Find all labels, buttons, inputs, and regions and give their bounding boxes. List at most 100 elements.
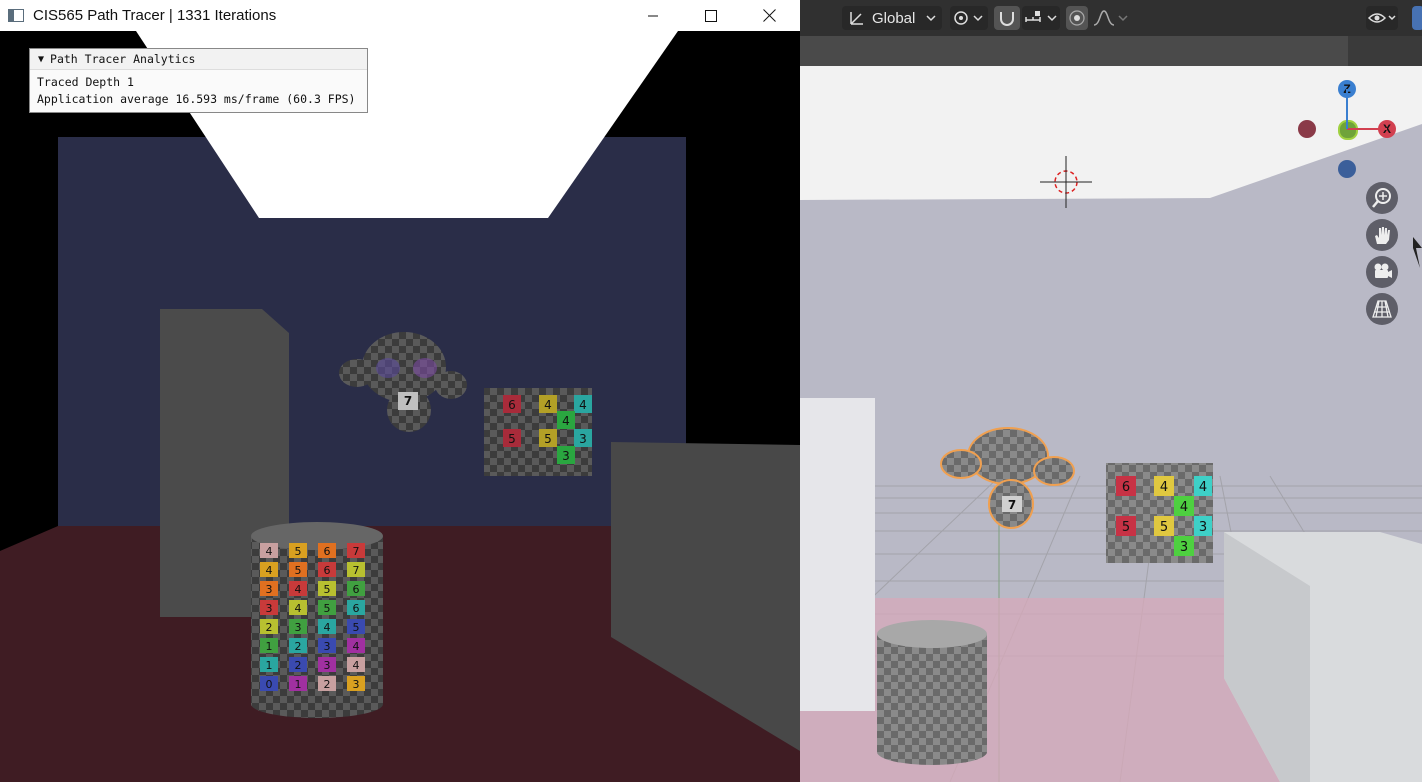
cylinder-number: 2 (324, 678, 331, 691)
textured-cylinder-mesh[interactable] (877, 620, 987, 765)
snap-increment-icon (1025, 11, 1057, 22)
transform-orientation-label: Global (872, 9, 916, 27)
cylinder-number: 6 (324, 564, 331, 577)
snap-toggle-button[interactable] (994, 6, 1020, 30)
cube-number: 4 (544, 398, 552, 412)
cylinder-number: 3 (324, 659, 331, 672)
cube-number: 6 (508, 398, 516, 412)
cylinder-number: 7 (353, 545, 360, 558)
cylinder-number: 2 (295, 640, 302, 653)
cylinder-number: 1 (295, 678, 302, 691)
cylinder-number: 6 (353, 602, 360, 615)
close-icon (762, 9, 776, 22)
gizmo-axis-lines (1346, 89, 1387, 130)
cube-number: 5 (1160, 520, 1168, 535)
textured-cube: 6 5 4 4 5 3 4 3 (484, 388, 592, 476)
pan-button[interactable] (1366, 219, 1398, 251)
cube-number: 4 (579, 398, 587, 412)
cylinder-number: 5 (324, 583, 331, 596)
window-title: CIS565 Path Tracer | 1331 Iterations (33, 7, 277, 24)
cylinder-number: 5 (324, 602, 331, 615)
cylinder-number: 5 (295, 564, 302, 577)
proportional-editing-icon (1069, 10, 1085, 26)
cube-number: 5 (1122, 520, 1130, 535)
magnet-icon (1000, 12, 1014, 26)
analytics-panel-header[interactable]: ▼ Path Tracer Analytics (30, 49, 367, 70)
pivot-point-icon (954, 11, 983, 25)
cylinder-number: 1 (266, 659, 273, 672)
blender-3d-viewport-window: Global 7 6 5 4 4 5 3 4 3 X (800, 0, 1422, 782)
zoom-button[interactable] (1366, 182, 1398, 214)
analytics-title: Path Tracer Analytics (50, 52, 196, 66)
textured-cube-mesh[interactable]: 6 5 4 4 5 3 4 3 (1106, 463, 1213, 563)
frame-time-text: Application average 16.593 ms/frame (60.… (37, 92, 356, 106)
cylinder-number: 4 (353, 659, 360, 672)
eye-icon (1367, 13, 1396, 23)
cube-number: 6 (1122, 480, 1130, 495)
orientation-axes-icon (850, 12, 863, 25)
cylinder-number: 4 (353, 640, 360, 653)
camera-icon (1374, 263, 1392, 278)
proportional-editing-button[interactable] (1066, 6, 1088, 30)
proportional-falloff-dropdown[interactable] (1090, 6, 1130, 30)
mouse-pointer-icon (1413, 237, 1422, 268)
cylinder-number: 3 (295, 621, 302, 634)
transform-orientation-dropdown[interactable]: Global (842, 6, 942, 30)
cube-number: 3 (562, 449, 570, 463)
camera-view-button[interactable] (1366, 256, 1398, 288)
falloff-curve-icon (1093, 10, 1128, 26)
pivot-point-dropdown[interactable] (950, 6, 988, 30)
monkey-number: 7 (1008, 498, 1016, 512)
cylinder-number: 6 (353, 583, 360, 596)
app-window-icon (8, 9, 24, 22)
cube-number: 4 (562, 414, 570, 428)
collapse-triangle-icon[interactable]: ▼ (38, 54, 44, 65)
cube-number: 3 (1180, 540, 1188, 555)
cylinder-number: 5 (353, 621, 360, 634)
cube-number: 5 (544, 432, 552, 446)
analytics-panel[interactable]: ▼ Path Tracer Analytics Traced Depth 1 A… (29, 48, 368, 113)
cylinder-number: 2 (266, 621, 273, 634)
grid-perspective-icon (1372, 300, 1392, 318)
cylinder-number: 1 (266, 640, 273, 653)
cylinder-number: 5 (295, 545, 302, 558)
rendered-scene: 7 6 5 4 4 5 3 4 3 4 5 6 74 5 6 73 4 5 63 4 (0, 31, 800, 782)
cylinder-number: 3 (353, 678, 360, 691)
cube-number: 3 (1199, 520, 1207, 535)
cylinder-number: 3 (324, 640, 331, 653)
cylinder-number: 4 (266, 545, 273, 558)
cylinder-number: 4 (266, 564, 273, 577)
xray-toggle-button[interactable] (1412, 6, 1422, 30)
viewport-header: Global (800, 0, 1422, 36)
tool-header-right (1348, 36, 1422, 66)
perspective-toggle-button[interactable] (1366, 293, 1398, 325)
hand-icon (1375, 227, 1390, 244)
close-button[interactable] (746, 0, 792, 31)
cylinder-number: 6 (324, 545, 331, 558)
cylinder-number: 7 (353, 564, 360, 577)
monkey-number: 7 (404, 394, 412, 408)
cube-number: 4 (1180, 500, 1188, 515)
minimize-button[interactable] (630, 0, 676, 31)
chevron-down-icon (926, 15, 936, 22)
cylinder-number: 0 (266, 678, 273, 691)
cube-number: 5 (508, 432, 516, 446)
cylinder-number: 4 (295, 583, 302, 596)
cube-number: 3 (579, 432, 587, 446)
traced-depth-text: Traced Depth 1 (37, 75, 134, 89)
zoom-magnifier-icon (1372, 188, 1391, 208)
cylinder-number: 4 (324, 621, 331, 634)
path-tracer-window: CIS565 Path Tracer | 1331 Iterations 7 6… (0, 0, 800, 782)
maximize-icon (705, 9, 717, 22)
cylinder-number: 3 (266, 602, 273, 615)
tool-header (800, 36, 1348, 66)
cylinder-number: 4 (295, 602, 302, 615)
cube-number: 4 (1199, 480, 1207, 495)
cylinder-number: 2 (295, 659, 302, 672)
object-visibility-dropdown[interactable] (1366, 6, 1398, 30)
title-bar[interactable]: CIS565 Path Tracer | 1331 Iterations (0, 0, 800, 31)
maximize-button[interactable] (688, 0, 734, 31)
textured-cylinder: 4 5 6 7 4 5 6 7 3 4 5 6 3 4 5 6 2 3 4 5 1 2 3 4 1 2 3 4 0 1 2 3 (251, 522, 383, 718)
snap-target-dropdown[interactable] (1022, 6, 1060, 30)
left-box-mesh (800, 398, 875, 711)
